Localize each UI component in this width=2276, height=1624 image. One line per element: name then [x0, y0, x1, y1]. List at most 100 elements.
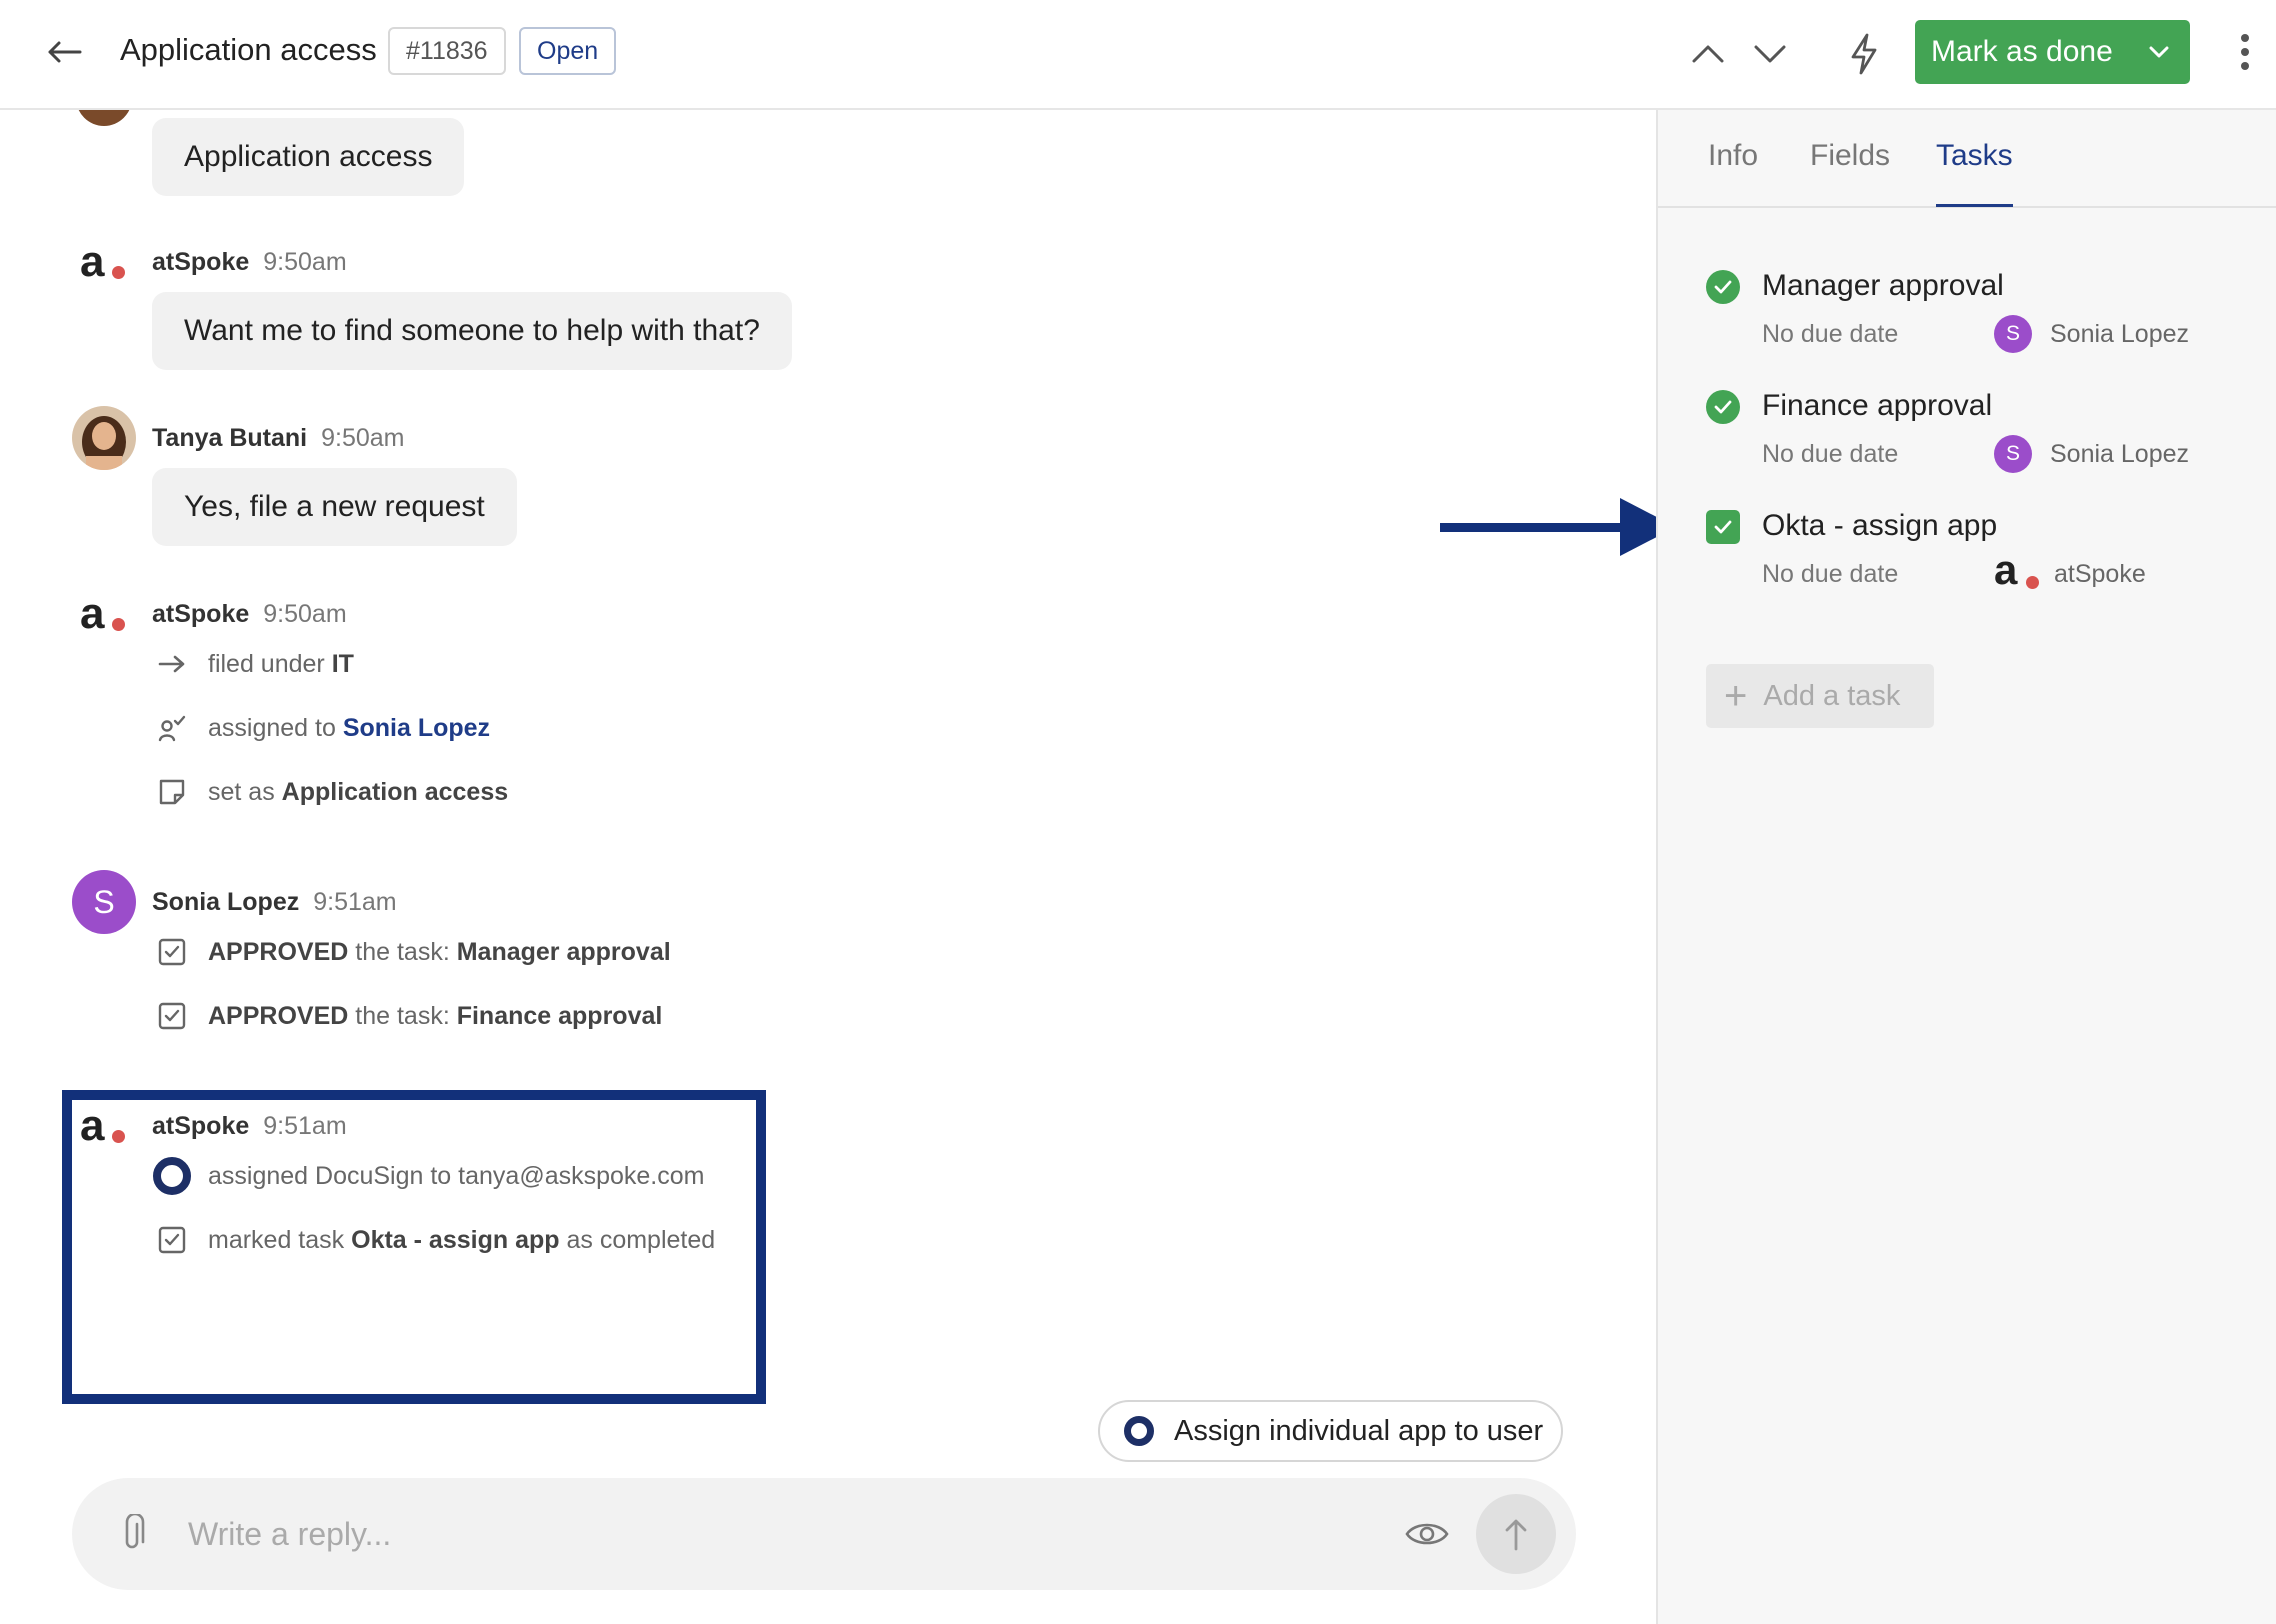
task-due-date[interactable]: No due date	[1762, 318, 1898, 350]
visibility-toggle[interactable]	[1402, 1512, 1452, 1556]
plus-icon: +	[1724, 674, 1748, 718]
more-options-button[interactable]	[2228, 28, 2262, 76]
atspoke-logo: a	[80, 590, 130, 638]
task-name[interactable]: Manager approval	[1762, 264, 2004, 308]
message-header: Sonia Lopez 9:51am	[152, 886, 397, 918]
note-icon	[152, 772, 192, 812]
pointer-arrow-annotation	[1440, 498, 1656, 556]
message-time: 9:51am	[313, 888, 397, 916]
task-item: Finance approval No due date S Sonia Lop…	[1706, 384, 2266, 484]
assign-user-icon	[152, 708, 192, 748]
avatar: S	[72, 870, 136, 934]
message-header: atSpoke 9:50am	[152, 598, 347, 630]
mark-as-done-label: Mark as done	[1931, 35, 2113, 68]
conversation-pane: Application access a atSpoke 9:50am Want …	[0, 110, 1656, 1624]
task-assignee[interactable]: S Sonia Lopez	[1994, 432, 2189, 476]
details-panel: Info Fields Tasks Manager approval No du…	[1656, 110, 2276, 1624]
next-button[interactable]	[1746, 30, 1794, 78]
checkbox-icon	[152, 1220, 192, 1260]
avatar	[76, 110, 132, 126]
mark-as-done-dropdown[interactable]	[2128, 20, 2190, 84]
activity-event: filed under IT	[152, 644, 354, 684]
checkbox-icon	[152, 932, 192, 972]
activity-event: assigned to Sonia Lopez	[152, 708, 490, 748]
task-item: Manager approval No due date S Sonia Lop…	[1706, 264, 2266, 364]
request-bubble: Application access	[152, 118, 465, 196]
message-bubble: Yes, file a new request	[152, 468, 517, 546]
tab-info[interactable]: Info	[1708, 136, 1758, 176]
message-time: 9:50am	[321, 424, 405, 452]
suggestion-label: Assign individual app to user	[1174, 1414, 1544, 1447]
check-icon	[1714, 400, 1732, 414]
message-header: atSpoke 9:50am	[152, 246, 347, 278]
status-badge[interactable]: Open	[519, 27, 617, 75]
eye-icon	[1405, 1523, 1449, 1545]
activity-event: set as Application access	[152, 772, 508, 812]
task-name[interactable]: Finance approval	[1762, 384, 1992, 428]
message-time: 9:50am	[263, 248, 347, 276]
task-name[interactable]: Okta - assign app	[1762, 504, 1997, 548]
activity-event: APPROVED the task: Finance approval	[152, 996, 662, 1036]
task-assignee[interactable]: a atSpoke	[1994, 548, 2146, 596]
okta-ring-icon	[1124, 1416, 1154, 1446]
more-vertical-icon	[2241, 34, 2249, 70]
previous-button[interactable]	[1684, 30, 1732, 78]
attach-button[interactable]	[110, 1512, 154, 1556]
back-button[interactable]	[42, 30, 86, 74]
mark-as-done-button[interactable]: Mark as done	[1915, 20, 2190, 84]
tab-fields[interactable]: Fields	[1810, 136, 1890, 176]
tab-tasks[interactable]: Tasks	[1936, 136, 2013, 207]
automation-button[interactable]	[1840, 30, 1888, 78]
task-assignee[interactable]: S Sonia Lopez	[1994, 312, 2189, 356]
message-time: 9:51am	[263, 1112, 347, 1140]
paperclip-icon	[125, 1514, 145, 1549]
suggestion-chip[interactable]: Assign individual app to user	[1098, 1400, 1564, 1462]
atspoke-logo: a	[1994, 548, 2040, 594]
avatar: S	[1994, 435, 2032, 473]
task-due-date[interactable]: No due date	[1762, 558, 1898, 590]
chevron-down-icon	[1754, 45, 1786, 63]
back-arrow-icon	[48, 41, 82, 63]
checkbox-icon	[152, 996, 192, 1036]
add-task-label: Add a task	[1763, 679, 1901, 712]
header-bar: Application access #11836 Open Mark as d…	[0, 0, 2276, 110]
okta-ring-icon	[152, 1156, 192, 1196]
activity-event: assigned DocuSign to tanya@askspoke.com	[152, 1156, 704, 1196]
message-author: atSpoke	[152, 1112, 250, 1140]
task-item: Okta - assign app No due date a atSpoke	[1706, 504, 2266, 604]
check-icon	[1714, 520, 1732, 534]
message-author: Tanya Butani	[152, 424, 308, 452]
arrow-right-icon	[152, 644, 192, 684]
avatar	[72, 406, 136, 470]
ticket-id-badge: #11836	[388, 27, 506, 75]
task-complete-toggle[interactable]	[1706, 390, 1740, 424]
reply-box	[72, 1478, 1576, 1590]
activity-event: marked task Okta - assign app as complet…	[152, 1220, 715, 1260]
message-bubble: Want me to find someone to help with tha…	[152, 292, 792, 370]
task-due-date[interactable]: No due date	[1762, 438, 1898, 470]
activity-event: APPROVED the task: Manager approval	[152, 932, 671, 972]
message-header: atSpoke 9:51am	[152, 1110, 347, 1142]
message-author: Sonia Lopez	[152, 888, 300, 916]
check-icon	[1714, 280, 1732, 294]
send-button[interactable]	[1476, 1494, 1556, 1574]
assignee-name: Sonia Lopez	[2050, 439, 2190, 468]
add-task-button[interactable]: + Add a task	[1706, 664, 1934, 728]
message-time: 9:50am	[263, 600, 347, 628]
task-complete-toggle[interactable]	[1706, 270, 1740, 304]
assignee-link[interactable]: Sonia Lopez	[343, 714, 490, 743]
chevron-up-icon	[1692, 45, 1724, 63]
atspoke-logo: a	[80, 1102, 130, 1150]
reply-input[interactable]	[188, 1504, 1388, 1564]
atspoke-logo: a	[80, 238, 130, 286]
avatar: S	[1994, 315, 2032, 353]
message-author: atSpoke	[152, 600, 250, 628]
message-author: atSpoke	[152, 248, 250, 276]
send-arrow-icon	[1505, 1519, 1527, 1551]
assignee-name: atSpoke	[2054, 559, 2146, 588]
message-header: Tanya Butani 9:50am	[152, 422, 405, 454]
page-title: Application access	[120, 32, 377, 67]
task-checkbox[interactable]	[1706, 510, 1740, 544]
assignee-name: Sonia Lopez	[2050, 319, 2190, 348]
chevron-down-icon	[2149, 46, 2169, 58]
